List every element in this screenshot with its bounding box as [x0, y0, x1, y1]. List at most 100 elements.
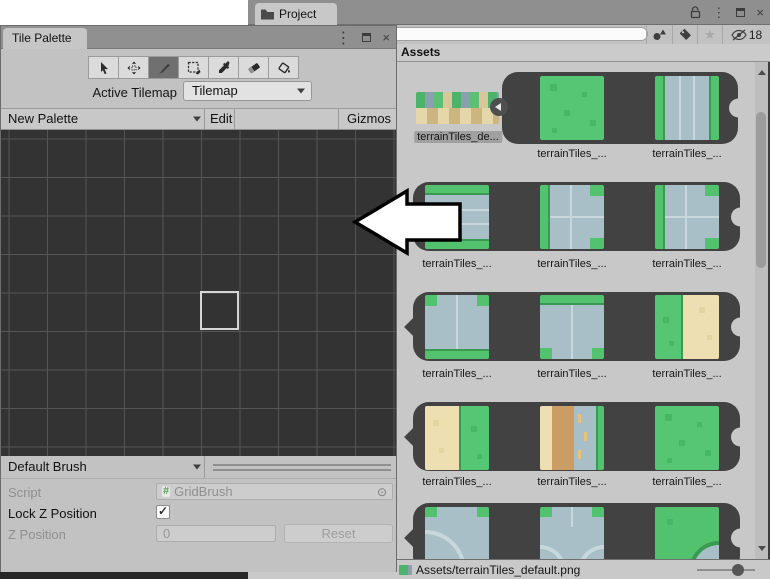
flood-fill-tool-button[interactable]	[268, 56, 299, 79]
strip-notch	[729, 99, 748, 118]
selected-asset-path: Assets/terrainTiles_default.png	[416, 563, 580, 577]
move-tool-button[interactable]	[118, 56, 149, 79]
tool-buttons	[89, 56, 299, 79]
close-icon[interactable]: ×	[382, 30, 390, 45]
divider	[338, 109, 339, 129]
lock-z-checkbox[interactable]	[156, 505, 170, 519]
z-position-field[interactable]: 0	[156, 525, 276, 542]
tile-picker-tool-button[interactable]	[208, 56, 239, 79]
tab-project[interactable]: Project	[255, 3, 337, 25]
strip-notch	[731, 317, 750, 336]
divider	[204, 109, 205, 129]
panel-drag-handle[interactable]	[213, 464, 391, 471]
vertical-scrollbar[interactable]	[755, 62, 768, 559]
cursor-icon	[96, 60, 112, 76]
tile-thumbnail[interactable]	[655, 406, 719, 470]
box-fill-tool-button[interactable]	[178, 56, 209, 79]
tile-thumbnail[interactable]	[425, 295, 489, 359]
palette-grid-canvas[interactable]	[1, 130, 396, 456]
tile-thumbnail[interactable]	[425, 507, 489, 559]
maximize-icon[interactable]	[736, 8, 745, 17]
asset-path-icon	[399, 565, 412, 575]
cursor-tool-button[interactable]	[88, 56, 119, 79]
tile-thumbnail[interactable]	[540, 76, 604, 140]
script-label: Script	[8, 485, 41, 500]
selected-grid-cell[interactable]	[200, 291, 239, 330]
brush-dropdown[interactable]: Default Brush	[8, 459, 87, 474]
tab-tile-palette[interactable]: Tile Palette	[3, 28, 87, 49]
tile-palette-window-controls: ⋮ ×	[335, 26, 390, 49]
tile-thumbnail[interactable]	[540, 295, 604, 359]
eraser-tool-button[interactable]	[238, 56, 269, 79]
script-object-field[interactable]: # GridBrush ⊙	[156, 483, 393, 500]
asset-label[interactable]: terrainTiles_...	[422, 258, 491, 270]
window-menu-icon[interactable]: ⋮	[335, 28, 351, 48]
breadcrumb[interactable]: Assets	[401, 45, 440, 59]
sprite-expand-toggle[interactable]	[490, 98, 508, 116]
tile-thumbnail[interactable]	[655, 76, 719, 140]
asset-label[interactable]: terrainTiles_...	[537, 368, 606, 380]
object-picker-icon[interactable]: ⊙	[377, 486, 387, 498]
tile-thumbnail[interactable]	[655, 507, 719, 559]
window-menu-icon[interactable]: ⋮	[712, 6, 725, 19]
chevron-down-icon	[297, 89, 305, 94]
unity-editor-screenshot: Project ⋮ × ★	[0, 0, 770, 579]
eye-hidden-icon	[731, 29, 747, 41]
asset-label[interactable]: terrainTiles_...	[652, 258, 721, 270]
hidden-count: 18	[749, 28, 762, 42]
eyedropper-icon	[216, 60, 232, 76]
asset-label[interactable]: terrainTiles_...	[537, 476, 606, 488]
tile-thumbnail[interactable]	[540, 406, 604, 470]
move-icon	[126, 60, 142, 76]
strip-connector	[404, 317, 424, 337]
background-area	[0, 0, 248, 25]
filter-by-label-button[interactable]	[672, 25, 697, 44]
tile-thumbnail[interactable]	[540, 507, 604, 559]
reset-button[interactable]: Reset	[284, 524, 393, 543]
active-tilemap-value: Tilemap	[192, 83, 238, 98]
asset-label[interactable]: terrainTiles_...	[537, 258, 606, 270]
tile-thumbnail[interactable]	[655, 295, 719, 359]
palette-bar: New Palette Edit Gizmos	[1, 108, 396, 130]
palette-dropdown[interactable]: New Palette	[8, 111, 78, 126]
paintbrush-icon	[156, 60, 172, 76]
asset-label[interactable]: terrainTiles_...	[652, 368, 721, 380]
scrollbar-thumb[interactable]	[756, 112, 766, 268]
tag-icon	[679, 28, 692, 41]
close-icon[interactable]: ×	[756, 6, 764, 19]
divider	[234, 109, 235, 129]
favorites-button[interactable]: ★	[697, 25, 722, 44]
asset-label[interactable]: terrainTiles_...	[537, 148, 606, 160]
asset-label[interactable]: terrainTiles_de...	[414, 131, 502, 143]
tile-thumbnail[interactable]	[425, 406, 489, 470]
tab-project-label: Project	[279, 7, 316, 21]
paintbrush-tool-button[interactable]	[148, 56, 179, 79]
asset-label[interactable]: terrainTiles_...	[422, 476, 491, 488]
texture-thumbnail[interactable]	[416, 92, 499, 124]
filter-by-type-button[interactable]	[646, 25, 672, 44]
unlock-icon[interactable]	[690, 6, 701, 19]
chevron-down-icon[interactable]	[193, 465, 201, 470]
chevron-down-icon[interactable]	[193, 117, 201, 122]
tile-thumbnail[interactable]	[655, 185, 719, 249]
scroll-down-icon[interactable]	[758, 546, 766, 551]
strip-connector	[404, 427, 424, 447]
asset-label[interactable]: terrainTiles_...	[652, 476, 721, 488]
active-tilemap-dropdown[interactable]: Tilemap	[183, 81, 312, 101]
strip-notch	[731, 528, 750, 547]
edit-button[interactable]: Edit	[210, 111, 232, 126]
hidden-items-button[interactable]: 18	[722, 25, 770, 44]
scroll-up-icon[interactable]	[758, 70, 766, 75]
asset-label[interactable]: terrainTiles_...	[652, 148, 721, 160]
z-position-label: Z Position	[8, 527, 66, 542]
project-titlebar: Project ⋮ ×	[248, 0, 770, 25]
zoom-slider-handle[interactable]	[732, 564, 744, 576]
asset-label[interactable]: terrainTiles_...	[422, 368, 491, 380]
brush-inspector: Script # GridBrush ⊙ Lock Z Position Z P…	[1, 479, 396, 572]
maximize-icon[interactable]	[362, 33, 371, 42]
thumbnail-zoom-slider[interactable]	[697, 569, 755, 571]
folder-icon	[261, 9, 274, 20]
gizmos-button[interactable]: Gizmos	[347, 111, 391, 126]
tile-thumbnail[interactable]	[540, 185, 604, 249]
search-filter-buttons: ★ 18	[646, 25, 770, 44]
